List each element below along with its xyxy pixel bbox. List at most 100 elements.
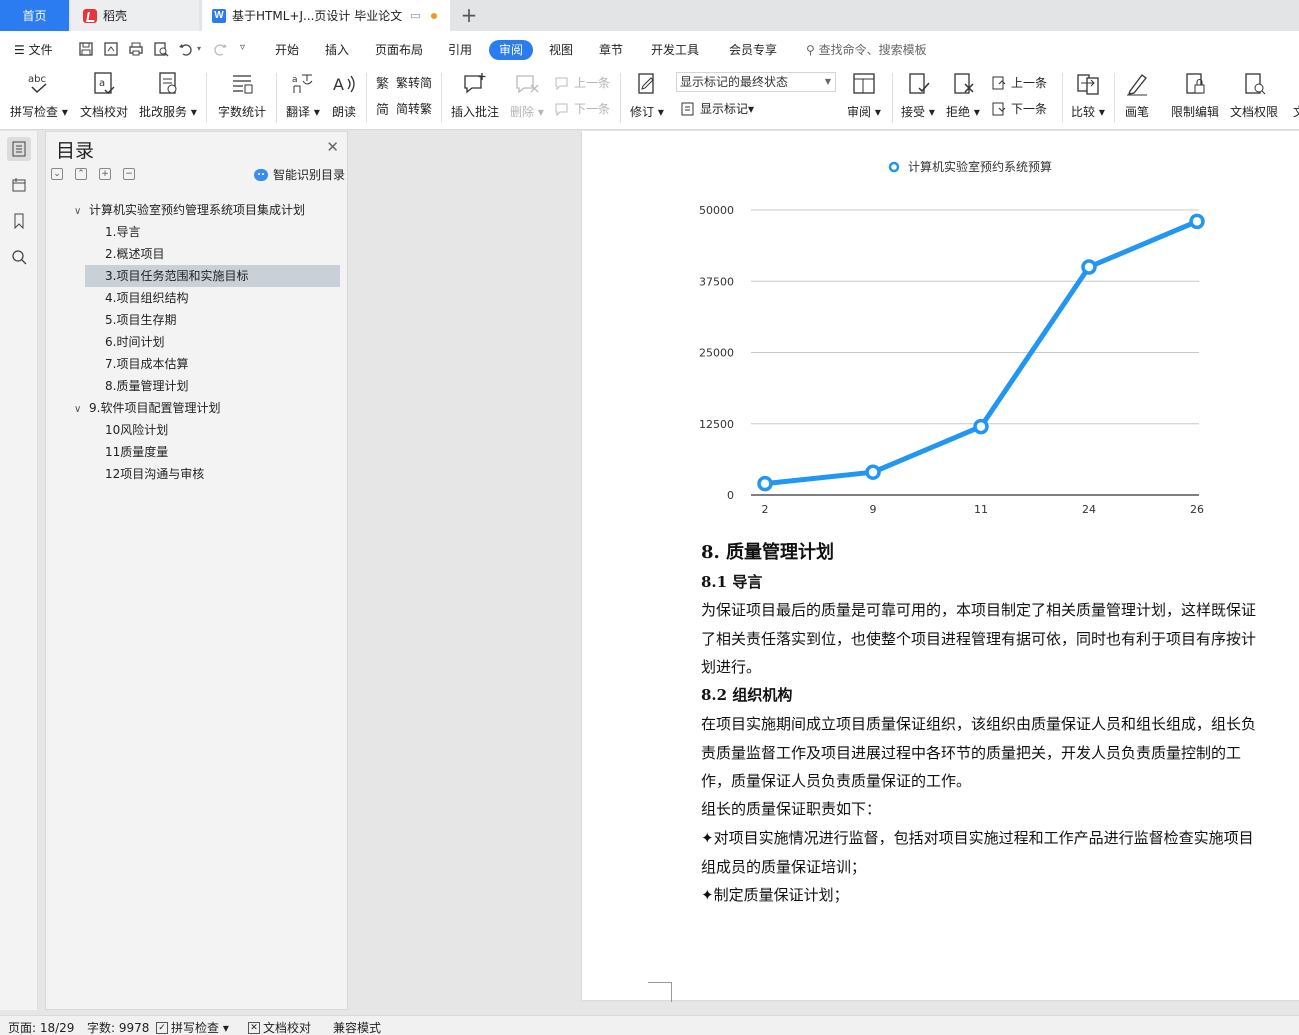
chevron-down-icon[interactable]: ∨ <box>74 206 81 217</box>
simp-to-trad-button[interactable]: 简 简转繁 <box>376 100 432 117</box>
delete-comment-icon <box>514 71 540 97</box>
trad-to-simp-button[interactable]: 繁 繁转简 <box>376 74 432 91</box>
print-icon[interactable] <box>128 41 144 57</box>
bookmark-icon[interactable] <box>7 209 31 233</box>
compare-button[interactable]: 比较 ▾ <box>1071 71 1105 120</box>
menu-review[interactable]: 审阅 <box>489 40 533 60</box>
toc-item-plan[interactable]: 计算机实验室预约管理系统项目集成计划 <box>89 199 305 221</box>
menu-chapter[interactable]: 章节 <box>599 41 623 58</box>
y-tick-label: 37500 <box>699 275 734 288</box>
translate-icon: a <box>290 71 316 97</box>
tab-daoke[interactable]: 稻壳 <box>71 0 199 31</box>
next-comment-button[interactable]: 下一条 <box>554 100 610 117</box>
insert-comment-button[interactable]: 插入批注 <box>451 71 499 120</box>
toc-item-lifecycle[interactable]: 5.项目生存期 <box>105 309 176 331</box>
search-icon[interactable] <box>7 245 31 269</box>
undo-icon[interactable] <box>178 41 194 57</box>
y-tick-label: 0 <box>727 489 734 502</box>
toc-item-intro[interactable]: 1.导言 <box>105 221 140 243</box>
word-count-icon <box>229 71 255 97</box>
collapse-all-icon[interactable]: ⌄ <box>51 168 63 180</box>
toc-item-schedule[interactable]: 6.时间计划 <box>105 331 164 353</box>
proof-status[interactable]: ✕ 文档校对 <box>248 1019 311 1035</box>
ribbon-separator <box>620 73 621 123</box>
toc-item-cost[interactable]: 7.项目成本估算 <box>105 353 188 375</box>
reject-button[interactable]: 拒绝 ▾ <box>946 71 980 120</box>
document-page[interactable]: 0 12500 25000 37500 50000 2 9 11 24 26 计算机实验室预约系统预… <box>582 131 1299 1000</box>
outline-icon[interactable] <box>7 137 31 161</box>
word-count-status[interactable]: 字数: 9978 <box>87 1019 149 1035</box>
undo-dropdown-icon[interactable]: ▾ <box>197 44 201 53</box>
revise-button[interactable]: 修订 ▾ <box>630 71 664 120</box>
close-icon[interactable]: ✕ <box>326 138 339 156</box>
spell-check-button[interactable]: abc 拼写检查 ▾ <box>10 71 68 120</box>
pen-button[interactable]: 画笔 <box>1124 71 1150 120</box>
toc-item-org[interactable]: 4.项目组织结构 <box>105 287 188 309</box>
insert-comment-icon <box>462 71 488 97</box>
markup-state-select[interactable]: 显示标记的最终状态 ▼ <box>676 72 836 92</box>
toc-item-scope[interactable]: 3.项目任务范围和实施目标 <box>85 265 340 287</box>
review-pane-button[interactable]: 审阅 ▾ <box>847 71 881 120</box>
expand-up-icon[interactable]: ⌃ <box>75 168 87 180</box>
page-indicator[interactable]: 页面: 18/29 <box>8 1019 74 1035</box>
remove-heading-icon[interactable]: − <box>123 168 135 180</box>
quick-access-more-icon[interactable]: ▿ <box>240 42 245 53</box>
doc-permission-button[interactable]: 文档权限 <box>1230 71 1278 120</box>
save-icon[interactable] <box>78 41 94 57</box>
menu-start[interactable]: 开始 <box>275 41 299 58</box>
menu-insert[interactable]: 插入 <box>325 41 349 58</box>
chevron-down-icon[interactable]: ∨ <box>74 404 81 415</box>
unsaved-dot-icon <box>430 12 437 19</box>
prev-comment-button[interactable]: 上一条 <box>554 74 610 91</box>
paragraph: 为保证项目最后的质量是可靠可用的，本项目制定了相关质量管理计划，这样既保证了相关… <box>701 601 1257 676</box>
export-pdf-icon[interactable] <box>103 41 119 57</box>
word-count-button[interactable]: 字数统计 <box>218 71 266 120</box>
command-search[interactable]: ⚲ 查找命令、搜索模板 <box>806 41 927 58</box>
next-change-icon <box>992 102 1006 115</box>
show-markup-button[interactable]: 显示标记 ▾ <box>680 100 754 117</box>
doc-permission-icon <box>1241 71 1267 97</box>
delete-comment-button[interactable]: 删除 ▾ <box>510 71 544 120</box>
file-menu[interactable]: ☰ 文件 <box>14 41 53 58</box>
add-heading-icon[interactable]: + <box>99 168 111 180</box>
proof-status-label: 文档校对 <box>263 1021 312 1035</box>
more-ribbon-label: 文 <box>1292 105 1299 119</box>
prev-change-button[interactable]: 上一条 <box>991 74 1047 91</box>
doc-proof-button[interactable]: a 文档校对 <box>80 71 128 120</box>
next-change-button[interactable]: 下一条 <box>991 100 1047 117</box>
toc-item-communication[interactable]: 12项目沟通与审核 <box>105 463 204 485</box>
ribbon-toolbar: abc 拼写检查 ▾ a 文档校对 批改服务 ▾ 字数统计 a 翻译 ▾ A 朗… <box>0 67 1299 130</box>
menu-view[interactable]: 视图 <box>549 41 573 58</box>
toc-item-metrics[interactable]: 11质量度量 <box>105 441 168 463</box>
new-tab-button[interactable]: + <box>458 4 480 26</box>
spell-check-status[interactable]: ✓ 拼写检查 ▾ <box>156 1019 229 1035</box>
compare-label: 比较 <box>1071 105 1096 119</box>
tab-home[interactable]: 首页 <box>0 0 69 31</box>
smart-robot-icon <box>254 168 268 181</box>
reject-label: 拒绝 <box>946 105 971 119</box>
budget-line-chart: 0 12500 25000 37500 50000 2 9 11 24 26 计算机实验室预约系统预… <box>699 159 1205 516</box>
smart-toc-button[interactable]: 智能识别目录 <box>254 166 345 183</box>
print-preview-icon[interactable] <box>153 41 169 57</box>
read-aloud-button[interactable]: A 朗读 <box>331 71 357 120</box>
accept-button[interactable]: 接受 ▾ <box>901 71 935 120</box>
translate-button[interactable]: a 翻译 ▾ <box>286 71 320 120</box>
svg-text:繁: 繁 <box>376 76 389 91</box>
tab-document[interactable]: W 基于HTML+J...页设计 毕业论文 ▭ <box>202 0 450 31</box>
batch-service-button[interactable]: 批改服务 ▾ <box>139 71 197 120</box>
toc-item-config[interactable]: 9.软件项目配置管理计划 <box>89 397 220 419</box>
menu-page-layout[interactable]: 页面布局 <box>375 41 423 58</box>
redo-icon[interactable] <box>212 41 228 57</box>
toc-item-overview[interactable]: 2.概述项目 <box>105 243 164 265</box>
paragraph: 在项目实施期间成立项目质量保证组织，该组织由质量保证人员和组长组成，组长负责质量… <box>701 715 1257 790</box>
more-ribbon-button[interactable]: 文 <box>1286 71 1299 120</box>
toc-item-risk[interactable]: 10风险计划 <box>105 419 168 441</box>
smart-toc-label: 智能识别目录 <box>273 168 346 182</box>
menu-developer[interactable]: 开发工具 <box>651 41 699 58</box>
chapter-nav-icon[interactable] <box>7 173 31 197</box>
menu-member[interactable]: 会员专享 <box>729 41 777 58</box>
toc-item-quality[interactable]: 8.质量管理计划 <box>105 375 188 397</box>
restrict-edit-button[interactable]: 限制编辑 <box>1171 71 1219 120</box>
revise-icon <box>634 71 660 97</box>
menu-references[interactable]: 引用 <box>448 41 472 58</box>
